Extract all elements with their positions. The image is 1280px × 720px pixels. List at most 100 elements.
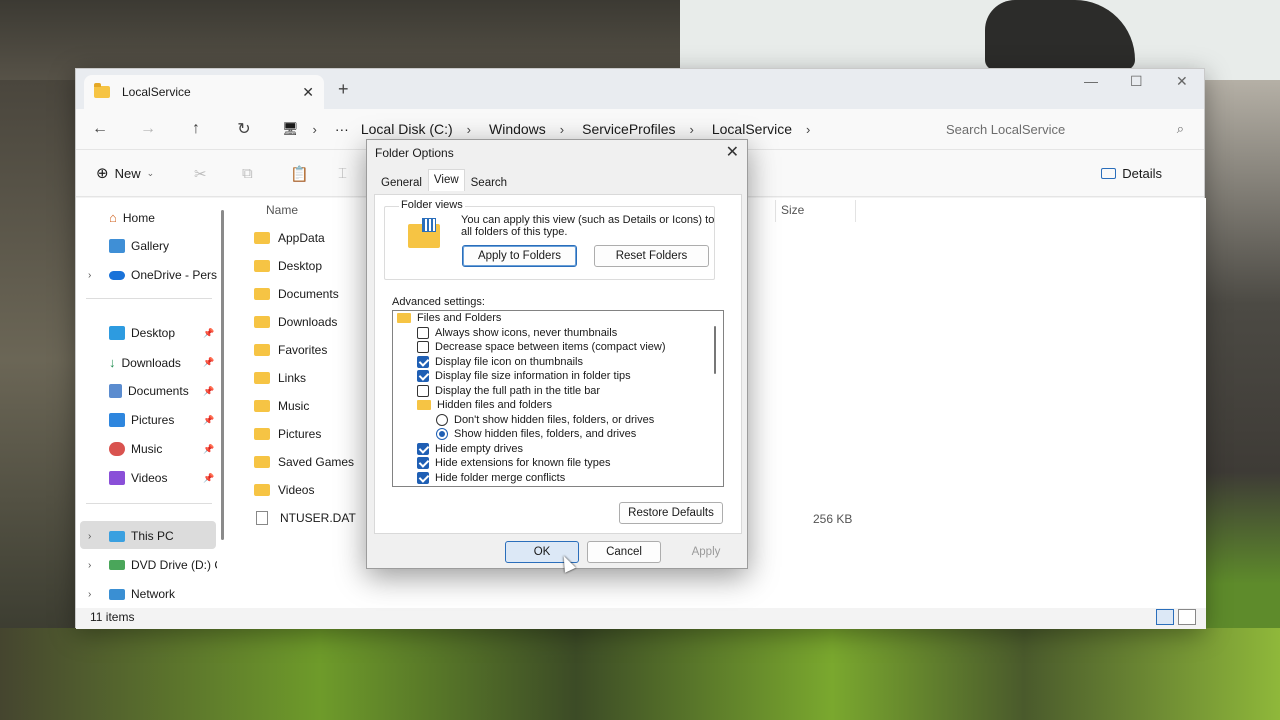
- list-item[interactable]: AppData: [254, 231, 325, 245]
- expand-chevron-icon[interactable]: ›: [88, 531, 91, 542]
- setting-decrease-space[interactable]: Decrease space between items (compact vi…: [417, 341, 665, 353]
- expand-chevron-icon[interactable]: ›: [88, 560, 91, 571]
- breadcrumb-local-disk[interactable]: Local Disk (C:): [361, 121, 453, 137]
- tab-localservice[interactable]: LocalService ✕: [84, 75, 324, 109]
- checkbox[interactable]: [417, 472, 429, 484]
- checkbox[interactable]: [417, 356, 429, 368]
- list-item[interactable]: Pictures: [254, 427, 321, 441]
- checkbox[interactable]: [417, 385, 429, 397]
- rename-icon[interactable]: ⌶: [338, 165, 347, 182]
- setting-hide-extensions[interactable]: Hide extensions for known file types: [417, 457, 610, 469]
- setting-always-show-icons[interactable]: Always show icons, never thumbnails: [417, 327, 617, 339]
- up-icon[interactable]: ↑: [172, 120, 220, 138]
- pin-icon[interactable]: 📌: [203, 444, 214, 455]
- cut-icon[interactable]: ✂: [194, 165, 207, 183]
- expand-chevron-icon[interactable]: ›: [88, 589, 91, 600]
- tab-search[interactable]: Search: [465, 172, 513, 194]
- checkbox[interactable]: [417, 327, 429, 339]
- new-tab-button[interactable]: +: [338, 79, 349, 100]
- pin-icon[interactable]: 📌: [203, 386, 214, 397]
- restore-defaults-button[interactable]: Restore Defaults: [619, 502, 723, 524]
- setting-hide-empty-drives[interactable]: Hide empty drives: [417, 443, 523, 455]
- sidebar-item-label: Documents: [128, 384, 189, 398]
- list-item[interactable]: Videos: [254, 483, 314, 497]
- more-icon[interactable]: ···: [335, 121, 349, 137]
- back-icon[interactable]: ←: [76, 120, 124, 138]
- file-name: Music: [278, 399, 310, 413]
- sidebar-item-dvd-drive[interactable]: DVD Drive (D:) C: [109, 558, 217, 572]
- breadcrumb-windows[interactable]: Windows: [489, 121, 546, 137]
- setting-show-hidden[interactable]: Show hidden files, folders, and drives: [436, 428, 636, 440]
- setting-display-full-path[interactable]: Display the full path in the title bar: [417, 385, 600, 397]
- breadcrumb-localservice[interactable]: LocalService: [712, 121, 792, 137]
- sidebar-item-this-pc[interactable]: This PC: [109, 529, 174, 543]
- setting-dont-show-hidden[interactable]: Don't show hidden files, folders, or dri…: [436, 414, 654, 426]
- setting-display-file-icon[interactable]: Display file icon on thumbnails: [417, 356, 583, 368]
- list-item[interactable]: Links: [254, 371, 306, 385]
- sidebar-item-documents[interactable]: Documents: [109, 384, 189, 398]
- minimize-button[interactable]: —: [1084, 73, 1098, 89]
- sidebar-item-desktop[interactable]: Desktop: [109, 326, 175, 340]
- setting-hide-folder-merge[interactable]: Hide folder merge conflicts: [417, 472, 565, 484]
- refresh-icon[interactable]: ↻: [220, 119, 268, 139]
- close-icon[interactable]: ✕: [726, 142, 739, 162]
- column-divider[interactable]: [855, 200, 856, 222]
- column-header-name[interactable]: Name: [266, 203, 298, 217]
- checkbox[interactable]: [417, 443, 429, 455]
- list-item[interactable]: Downloads: [254, 315, 337, 329]
- checkbox[interactable]: [417, 457, 429, 469]
- list-item[interactable]: Music: [254, 399, 309, 413]
- reset-folders-button[interactable]: Reset Folders: [594, 245, 709, 267]
- folder-icon: [254, 232, 270, 244]
- breadcrumb-serviceprofiles[interactable]: ServiceProfiles: [582, 121, 675, 137]
- list-item[interactable]: Desktop: [254, 259, 322, 273]
- close-window-button[interactable]: ✕: [1176, 73, 1188, 90]
- sidebar-item-network[interactable]: Network: [109, 587, 175, 601]
- new-button[interactable]: ⊕ New ⌄: [96, 164, 154, 182]
- copy-icon[interactable]: ⧉: [242, 165, 253, 182]
- forward-icon[interactable]: →: [124, 120, 172, 138]
- apply-button[interactable]: Apply: [669, 541, 743, 563]
- radio-button[interactable]: [436, 428, 448, 440]
- list-item[interactable]: Saved Games: [254, 455, 354, 469]
- sidebar-item-home[interactable]: ⌂ Home: [109, 210, 155, 225]
- tab-view[interactable]: View: [427, 169, 465, 191]
- paste-icon[interactable]: 📋: [290, 165, 309, 183]
- sidebar-item-music[interactable]: Music: [109, 442, 162, 456]
- sidebar-item-pictures[interactable]: Pictures: [109, 413, 174, 427]
- file-name: Pictures: [278, 427, 322, 441]
- sidebar-item-onedrive[interactable]: OneDrive - Pers: [109, 268, 217, 282]
- sidebar-item-downloads[interactable]: ↓ Downloads: [109, 355, 181, 370]
- column-divider[interactable]: [775, 200, 776, 222]
- search-input[interactable]: Search LocalService ⌕: [934, 113, 1196, 145]
- details-view-icon[interactable]: [1156, 609, 1174, 625]
- sidebar-item-gallery[interactable]: Gallery: [109, 239, 169, 253]
- list-item[interactable]: Documents: [254, 287, 339, 301]
- sidebar-scrollbar[interactable]: [221, 210, 224, 540]
- checkbox[interactable]: [417, 341, 429, 353]
- dvd-drive-icon: [109, 560, 125, 570]
- pin-icon[interactable]: 📌: [203, 357, 214, 368]
- list-item[interactable]: NTUSER.DAT: [254, 511, 356, 525]
- pin-icon[interactable]: 📌: [203, 473, 214, 484]
- column-header-size[interactable]: Size: [781, 203, 804, 217]
- sidebar-item-videos[interactable]: Videos: [109, 471, 167, 485]
- close-tab-icon[interactable]: ✕: [302, 84, 314, 101]
- details-button[interactable]: Details: [1101, 166, 1162, 181]
- cancel-button[interactable]: Cancel: [587, 541, 661, 563]
- tab-title: LocalService: [122, 85, 191, 99]
- folder-icon: [254, 372, 270, 384]
- tiles-view-icon[interactable]: [1178, 609, 1196, 625]
- expand-chevron-icon[interactable]: ›: [88, 270, 91, 281]
- list-item[interactable]: Favorites: [254, 343, 327, 357]
- radio-button[interactable]: [436, 414, 448, 426]
- setting-display-file-size[interactable]: Display file size information in folder …: [417, 370, 631, 382]
- tab-general[interactable]: General: [375, 172, 428, 194]
- pin-icon[interactable]: 📌: [203, 415, 214, 426]
- maximize-button[interactable]: ☐: [1130, 73, 1143, 90]
- pin-icon[interactable]: 📌: [203, 328, 214, 339]
- checkbox[interactable]: [417, 370, 429, 382]
- advanced-settings-list[interactable]: Files and Folders Always show icons, nev…: [392, 310, 724, 487]
- advanced-scrollbar[interactable]: [714, 326, 716, 374]
- apply-to-folders-button[interactable]: Apply to Folders: [462, 245, 577, 267]
